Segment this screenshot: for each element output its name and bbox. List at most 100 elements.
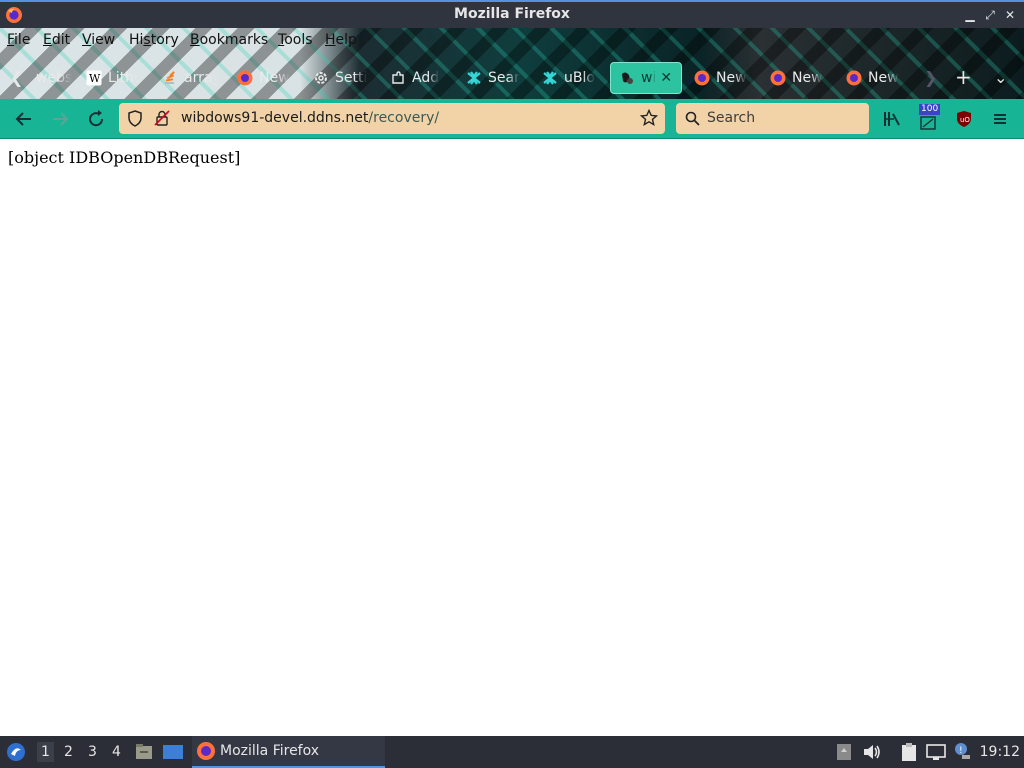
tab-new-3[interactable]: New [762, 62, 832, 94]
library-icon [884, 112, 900, 126]
tab-new-1[interactable]: New [229, 62, 299, 94]
tab-new-2[interactable]: New [686, 62, 756, 94]
search-bar[interactable]: Search [676, 103, 869, 134]
tab-settings[interactable]: Setti [305, 62, 375, 94]
tab-label: uBlo [564, 70, 595, 86]
close-tab-icon[interactable]: ✕ [660, 70, 672, 86]
menu-view[interactable]: View [82, 32, 115, 48]
navigation-toolbar: wibdows91-devel.ddns.net/recovery/ Searc… [0, 99, 1024, 139]
tab-active[interactable]: wi ✕ [610, 62, 682, 94]
search-placeholder: Search [707, 110, 756, 126]
firefox-icon [197, 742, 215, 760]
list-all-tabs-button[interactable]: ⌄ [994, 68, 1007, 87]
show-desktop-icon[interactable] [162, 742, 184, 762]
extension-counter-button[interactable]: 100 [916, 104, 942, 134]
puzzle-icon [392, 71, 404, 84]
search-icon [685, 111, 700, 126]
reload-button[interactable] [84, 107, 108, 131]
extension-icon [543, 71, 557, 85]
forward-button[interactable] [48, 107, 72, 131]
workspace-2[interactable]: 2 [64, 744, 73, 760]
taskbar-firefox-window[interactable]: Mozilla Firefox [192, 736, 385, 768]
maximize-button[interactable]: ⤢ [983, 8, 997, 22]
menu-help[interactable]: Help [325, 32, 357, 48]
clock: 19:12 [979, 744, 1020, 760]
tab-label: Sear [488, 70, 520, 86]
tab-label: Add [412, 70, 440, 86]
app-menu-button[interactable] [988, 107, 1012, 131]
menu-edit[interactable]: Edit [43, 32, 70, 48]
volume-icon[interactable] [862, 743, 882, 761]
reload-icon [89, 110, 104, 127]
hamburger-menu-icon [994, 114, 1006, 124]
taskbar: 1 2 3 4 Mozilla Firefox ! 19:12 [0, 736, 1024, 768]
back-button[interactable] [12, 107, 36, 131]
firefox-icon [770, 70, 786, 86]
menu-tools[interactable]: Tools [278, 32, 313, 48]
bookmark-star-icon[interactable] [640, 109, 658, 127]
file-manager-icon[interactable] [134, 742, 154, 762]
tab-webs[interactable]: webs [22, 62, 74, 94]
ublock-icon: uO [957, 111, 971, 127]
page-body-text: [object IDBOpenDBRequest] [8, 148, 241, 167]
clipboard-icon[interactable] [900, 742, 918, 762]
svg-text:W: W [89, 72, 101, 85]
wikipedia-icon: W [86, 70, 102, 86]
tab-label: array [184, 70, 221, 86]
updates-icon[interactable] [836, 743, 852, 761]
workspace-4[interactable]: 4 [112, 744, 121, 760]
window-titlebar: Mozilla Firefox ▁ ⤢ ✕ [0, 0, 1024, 28]
tab-label: Lithu [108, 70, 143, 86]
forward-arrow-icon [53, 112, 69, 126]
tab-label: webs [36, 70, 73, 86]
tab-array[interactable]: array [154, 62, 224, 94]
shield-icon[interactable] [127, 110, 143, 127]
firefox-icon [694, 70, 710, 86]
tab-ublock[interactable]: uBlo [534, 62, 604, 94]
close-window-button[interactable]: ✕ [1003, 8, 1017, 22]
menu-file[interactable]: File [7, 32, 30, 48]
notification-icon[interactable]: ! [952, 741, 972, 761]
extension-icon [467, 71, 481, 85]
tab-label: wi [641, 70, 657, 86]
start-menu-icon[interactable] [6, 742, 26, 762]
tab-label: New [716, 70, 747, 86]
site-icon [622, 72, 633, 84]
url-bar[interactable]: wibdows91-devel.ddns.net/recovery/ [119, 103, 665, 134]
tab-lithu[interactable]: W Lithu [78, 62, 148, 94]
firefox-icon [846, 70, 862, 86]
taskbar-window-label: Mozilla Firefox [220, 743, 320, 759]
insecure-lock-icon[interactable] [154, 110, 170, 127]
workspace-3[interactable]: 3 [88, 744, 97, 760]
page-content: [object IDBOpenDBRequest] [0, 140, 1024, 736]
svg-text:!: ! [959, 746, 963, 756]
tab-addons[interactable]: Add [382, 62, 452, 94]
tab-label: New [792, 70, 823, 86]
svg-text:uO: uO [960, 116, 970, 124]
browser-header: File Edit View History Bookmarks Tools H… [0, 28, 1024, 99]
tab-new-4[interactable]: New [838, 62, 908, 94]
menu-bookmarks[interactable]: Bookmarks [190, 32, 268, 48]
tab-search-ext[interactable]: Sear [458, 62, 528, 94]
tab-label: New [868, 70, 899, 86]
tab-label: New [259, 70, 290, 86]
scroll-tabs-right-button[interactable]: ❯ [924, 68, 937, 87]
workspace-1[interactable]: 1 [37, 742, 54, 762]
gear-icon [315, 72, 327, 84]
window-title: Mozilla Firefox [454, 6, 570, 22]
menu-history[interactable]: History [129, 32, 179, 48]
library-button[interactable] [880, 107, 904, 131]
stackoverflow-icon [165, 71, 175, 84]
back-arrow-icon [15, 112, 31, 126]
extension-badge: 100 [919, 104, 941, 115]
tab-strip: ❮ webs W Lithu array New Setti Add Sear [0, 62, 1024, 94]
new-tab-button[interactable]: + [955, 65, 972, 89]
menubar: File Edit View History Bookmarks Tools H… [0, 28, 1024, 54]
minimize-button[interactable]: ▁ [963, 8, 977, 22]
network-icon[interactable] [926, 743, 946, 761]
tab-label: Setti [335, 70, 368, 86]
url-text[interactable]: wibdows91-devel.ddns.net/recovery/ [181, 110, 439, 126]
counter-icon [920, 116, 936, 130]
firefox-icon [237, 70, 253, 86]
ublock-button[interactable]: uO [952, 107, 976, 131]
